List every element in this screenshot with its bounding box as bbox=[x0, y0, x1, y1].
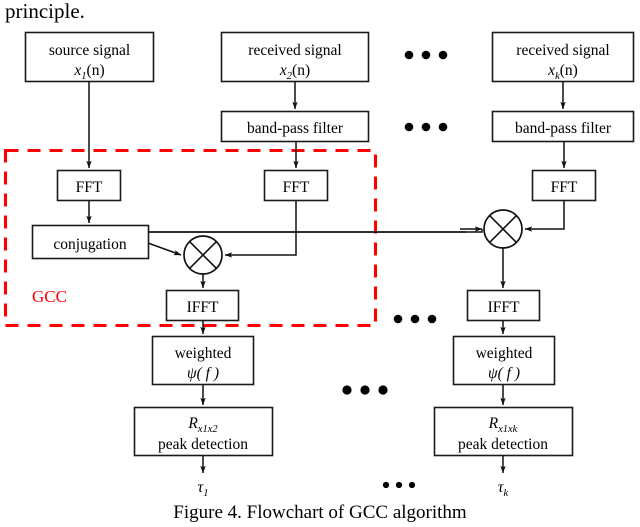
source-x-symbol: x bbox=[73, 62, 81, 79]
ellipsis-ifft-row bbox=[393, 314, 437, 324]
box-weighted-2-line2: ψ( f ) bbox=[187, 365, 219, 382]
tauk-subscript: k bbox=[504, 488, 509, 499]
box-peak-detection-k-line2: peak detection bbox=[458, 436, 548, 453]
figure-caption: Figure 4. Flowchart of GCC algorithm bbox=[173, 502, 467, 523]
arrow-fft2-to-multiplier-x1x2 bbox=[224, 201, 297, 258]
box-bandpass-filter-2: band-pass filter bbox=[220, 110, 370, 143]
tau1-subscript: 1 bbox=[203, 488, 208, 499]
box-ifft-2-label: IFFT bbox=[187, 299, 219, 316]
box-ifft-2: IFFT bbox=[165, 289, 240, 322]
box-peak-detection-2-line2: peak detection bbox=[158, 436, 248, 453]
xk-symbol: x bbox=[547, 62, 555, 79]
box-bandpass-filter-2-label: band-pass filter bbox=[247, 120, 344, 137]
box-weighted-2: weighted ψ( f ) bbox=[151, 335, 255, 386]
box-fft-2-label: FFT bbox=[283, 179, 310, 196]
figure-container: principle. source signal x1(n) received … bbox=[0, 0, 640, 527]
box-fft-1: FFT bbox=[56, 169, 122, 202]
box-fft-k-label: FFT bbox=[551, 179, 578, 196]
flowchart-svg: principle. source signal x1(n) received … bbox=[3, 0, 635, 523]
rx1x2-subscript: x1x2 bbox=[197, 424, 219, 435]
box-weighted-k-line1: weighted bbox=[476, 345, 533, 362]
multiplier-x1xk bbox=[483, 209, 523, 249]
x2-symbol: x bbox=[279, 62, 287, 79]
box-fft-k: FFT bbox=[531, 169, 597, 202]
box-peak-detection-2: Rx1x2 peak detection bbox=[133, 406, 274, 457]
box-bandpass-filter-k: band-pass filter bbox=[491, 110, 635, 143]
gcc-group-label: GCC bbox=[32, 287, 67, 306]
source-x-tail: (n) bbox=[87, 62, 105, 79]
x2-tail: (n) bbox=[292, 62, 310, 79]
rx1xk-symbol: R bbox=[488, 415, 499, 432]
ellipsis-output-row bbox=[382, 481, 416, 489]
ellipsis-signal-row bbox=[404, 50, 448, 60]
ellipsis-weighted-row bbox=[342, 385, 388, 395]
box-weighted-k-line2: ψ( f ) bbox=[488, 365, 520, 382]
body-text-principle: principle. bbox=[5, 0, 85, 23]
box-source-signal-line1: source signal bbox=[49, 42, 130, 59]
box-conjugation: conjugation bbox=[31, 224, 150, 260]
box-conjugation-label: conjugation bbox=[53, 236, 126, 253]
box-source-signal: source signal x1(n) bbox=[24, 31, 155, 83]
box-weighted-k: weighted ψ( f ) bbox=[452, 335, 556, 386]
box-bandpass-filter-k-label: band-pass filter bbox=[515, 120, 612, 137]
box-ifft-k-label: IFFT bbox=[488, 299, 520, 316]
box-received-signal-2: received signal x2(n) bbox=[220, 31, 370, 83]
box-weighted-2-line1: weighted bbox=[175, 345, 232, 362]
box-received-signal-2-line1: received signal bbox=[248, 42, 341, 59]
box-fft-1-label: FFT bbox=[76, 179, 103, 196]
xk-tail: (n) bbox=[560, 62, 578, 79]
output-tau-k: τk bbox=[498, 479, 509, 499]
rx1x2-symbol: R bbox=[187, 415, 198, 432]
multiplier-x1x2 bbox=[183, 235, 223, 275]
output-tau-1: τ1 bbox=[198, 479, 209, 499]
box-ifft-k: IFFT bbox=[466, 289, 541, 322]
box-received-signal-k: received signal xk(n) bbox=[491, 31, 635, 83]
box-received-signal-k-line1: received signal bbox=[516, 42, 609, 59]
rx1xk-subscript: x1xk bbox=[497, 424, 518, 435]
box-peak-detection-k: Rx1xk peak detection bbox=[433, 406, 574, 457]
ellipsis-bandpass-row bbox=[404, 122, 448, 132]
arrow-conjugation-to-multiplier-x1x2 bbox=[147, 242, 182, 256]
arrow-fftk-to-multiplier-x1xk bbox=[524, 201, 565, 232]
box-fft-2: FFT bbox=[263, 169, 329, 202]
